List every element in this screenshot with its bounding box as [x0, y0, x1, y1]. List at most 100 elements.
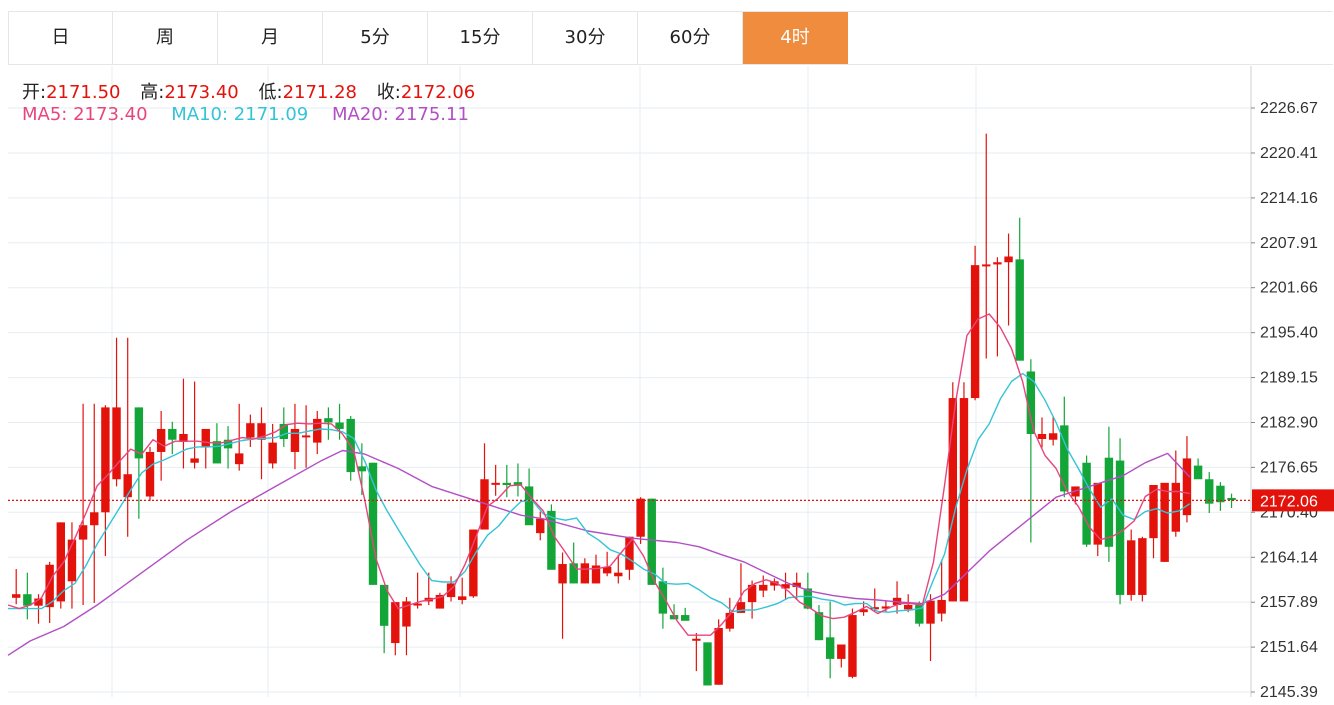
candle-body — [1127, 540, 1136, 595]
open-value: 2171.50 — [46, 82, 121, 103]
candle — [313, 410, 322, 455]
candle — [246, 414, 255, 447]
candle — [123, 337, 132, 537]
candle — [301, 405, 311, 468]
candle — [736, 563, 746, 613]
candle — [636, 497, 645, 544]
candle — [1138, 536, 1147, 602]
candles-layer — [12, 133, 1236, 686]
candle — [145, 446, 155, 501]
candle — [458, 577, 467, 605]
close-label: 收: — [376, 82, 401, 103]
candle — [1160, 482, 1169, 562]
candle-body — [145, 451, 155, 497]
candle — [179, 378, 188, 469]
y-tick-label: 2151.64 — [1260, 639, 1318, 656]
candle — [536, 511, 545, 541]
candle-body — [23, 594, 32, 606]
candle — [1127, 529, 1136, 601]
candle — [926, 594, 935, 662]
y-tick-label: 2214.16 — [1260, 190, 1318, 207]
candle-body — [1171, 482, 1180, 532]
candle-body — [491, 482, 500, 485]
candle-body — [246, 423, 255, 438]
candle — [1115, 438, 1125, 605]
candle — [569, 542, 578, 584]
candle — [45, 561, 54, 623]
y-tick-label: 2182.90 — [1260, 414, 1318, 431]
candle — [1149, 484, 1158, 559]
candle — [491, 464, 500, 496]
moving-average-lines — [7, 313, 1191, 656]
candle-body — [636, 498, 645, 537]
y-tick-label: 2189.15 — [1260, 370, 1318, 387]
y-tick-label: 2164.14 — [1260, 549, 1318, 566]
candle — [681, 607, 690, 621]
ma-legend: MA5: 2173.40 MA10: 2171.09 MA20: 2175.11 — [22, 104, 487, 125]
candle — [201, 428, 210, 469]
candle-body — [458, 596, 467, 600]
low-value: 2171.28 — [282, 82, 358, 103]
high-label: 高: — [140, 82, 165, 103]
candle — [23, 572, 32, 620]
candle-body — [926, 600, 935, 624]
candle-body — [681, 615, 690, 621]
candle-body — [848, 615, 857, 677]
candle-body — [569, 563, 578, 584]
candle — [1004, 233, 1013, 326]
candle-body — [837, 644, 846, 659]
candle-body — [156, 428, 166, 452]
current-price-label: 2172.06 — [1260, 493, 1318, 510]
candle-body — [90, 512, 99, 526]
candle-body — [580, 563, 590, 584]
candle-body — [614, 572, 623, 577]
candle-body — [825, 637, 835, 659]
candle-body — [301, 435, 311, 438]
candle — [469, 529, 478, 598]
candle — [1193, 458, 1203, 480]
ma20-legend: MA20: 2175.11 — [331, 104, 469, 125]
candle-body — [268, 442, 277, 464]
y-tick-label: 2176.65 — [1260, 459, 1318, 476]
candle-body — [759, 584, 768, 591]
candle — [223, 426, 233, 469]
candle-body — [692, 638, 701, 641]
ohlc-readout: 开:2171.50 高:2173.40 低:2171.28 收:2172.06 — [22, 78, 489, 104]
candle — [1060, 396, 1069, 498]
candle-body — [168, 428, 177, 440]
candle — [90, 403, 99, 603]
candle — [134, 407, 144, 519]
low-label: 低: — [258, 82, 283, 103]
candle — [558, 552, 567, 639]
candle — [759, 575, 768, 598]
candle — [1104, 426, 1114, 562]
candle — [703, 642, 712, 686]
candle-body — [558, 564, 567, 584]
candle-body — [904, 604, 913, 610]
candle-body — [1004, 256, 1013, 263]
price-axis: 2226.67 2220.41 2214.16 2207.91 2201.66 2195.… — [1251, 100, 1318, 701]
candle — [379, 584, 389, 654]
candle — [513, 463, 523, 497]
candle — [1093, 482, 1102, 557]
candle-body — [703, 642, 712, 686]
candle-body — [1048, 433, 1058, 440]
candle-body — [290, 428, 300, 452]
candle-body — [982, 264, 991, 267]
candle-body — [502, 482, 511, 485]
close-value: 2172.06 — [400, 82, 476, 103]
candle — [480, 443, 489, 530]
candle — [168, 421, 177, 455]
candle-body — [1037, 433, 1047, 440]
open-label: 开: — [22, 82, 47, 103]
candle — [602, 551, 612, 577]
candle — [1182, 436, 1192, 523]
candle — [67, 522, 77, 609]
candle — [12, 569, 21, 605]
candle-body — [536, 518, 545, 534]
candle-body — [12, 594, 21, 598]
candle — [825, 601, 835, 679]
ma10-legend: MA10: 2171.09 — [171, 104, 309, 125]
candle-body — [1160, 482, 1169, 562]
y-tick-label: 2207.91 — [1260, 235, 1318, 252]
